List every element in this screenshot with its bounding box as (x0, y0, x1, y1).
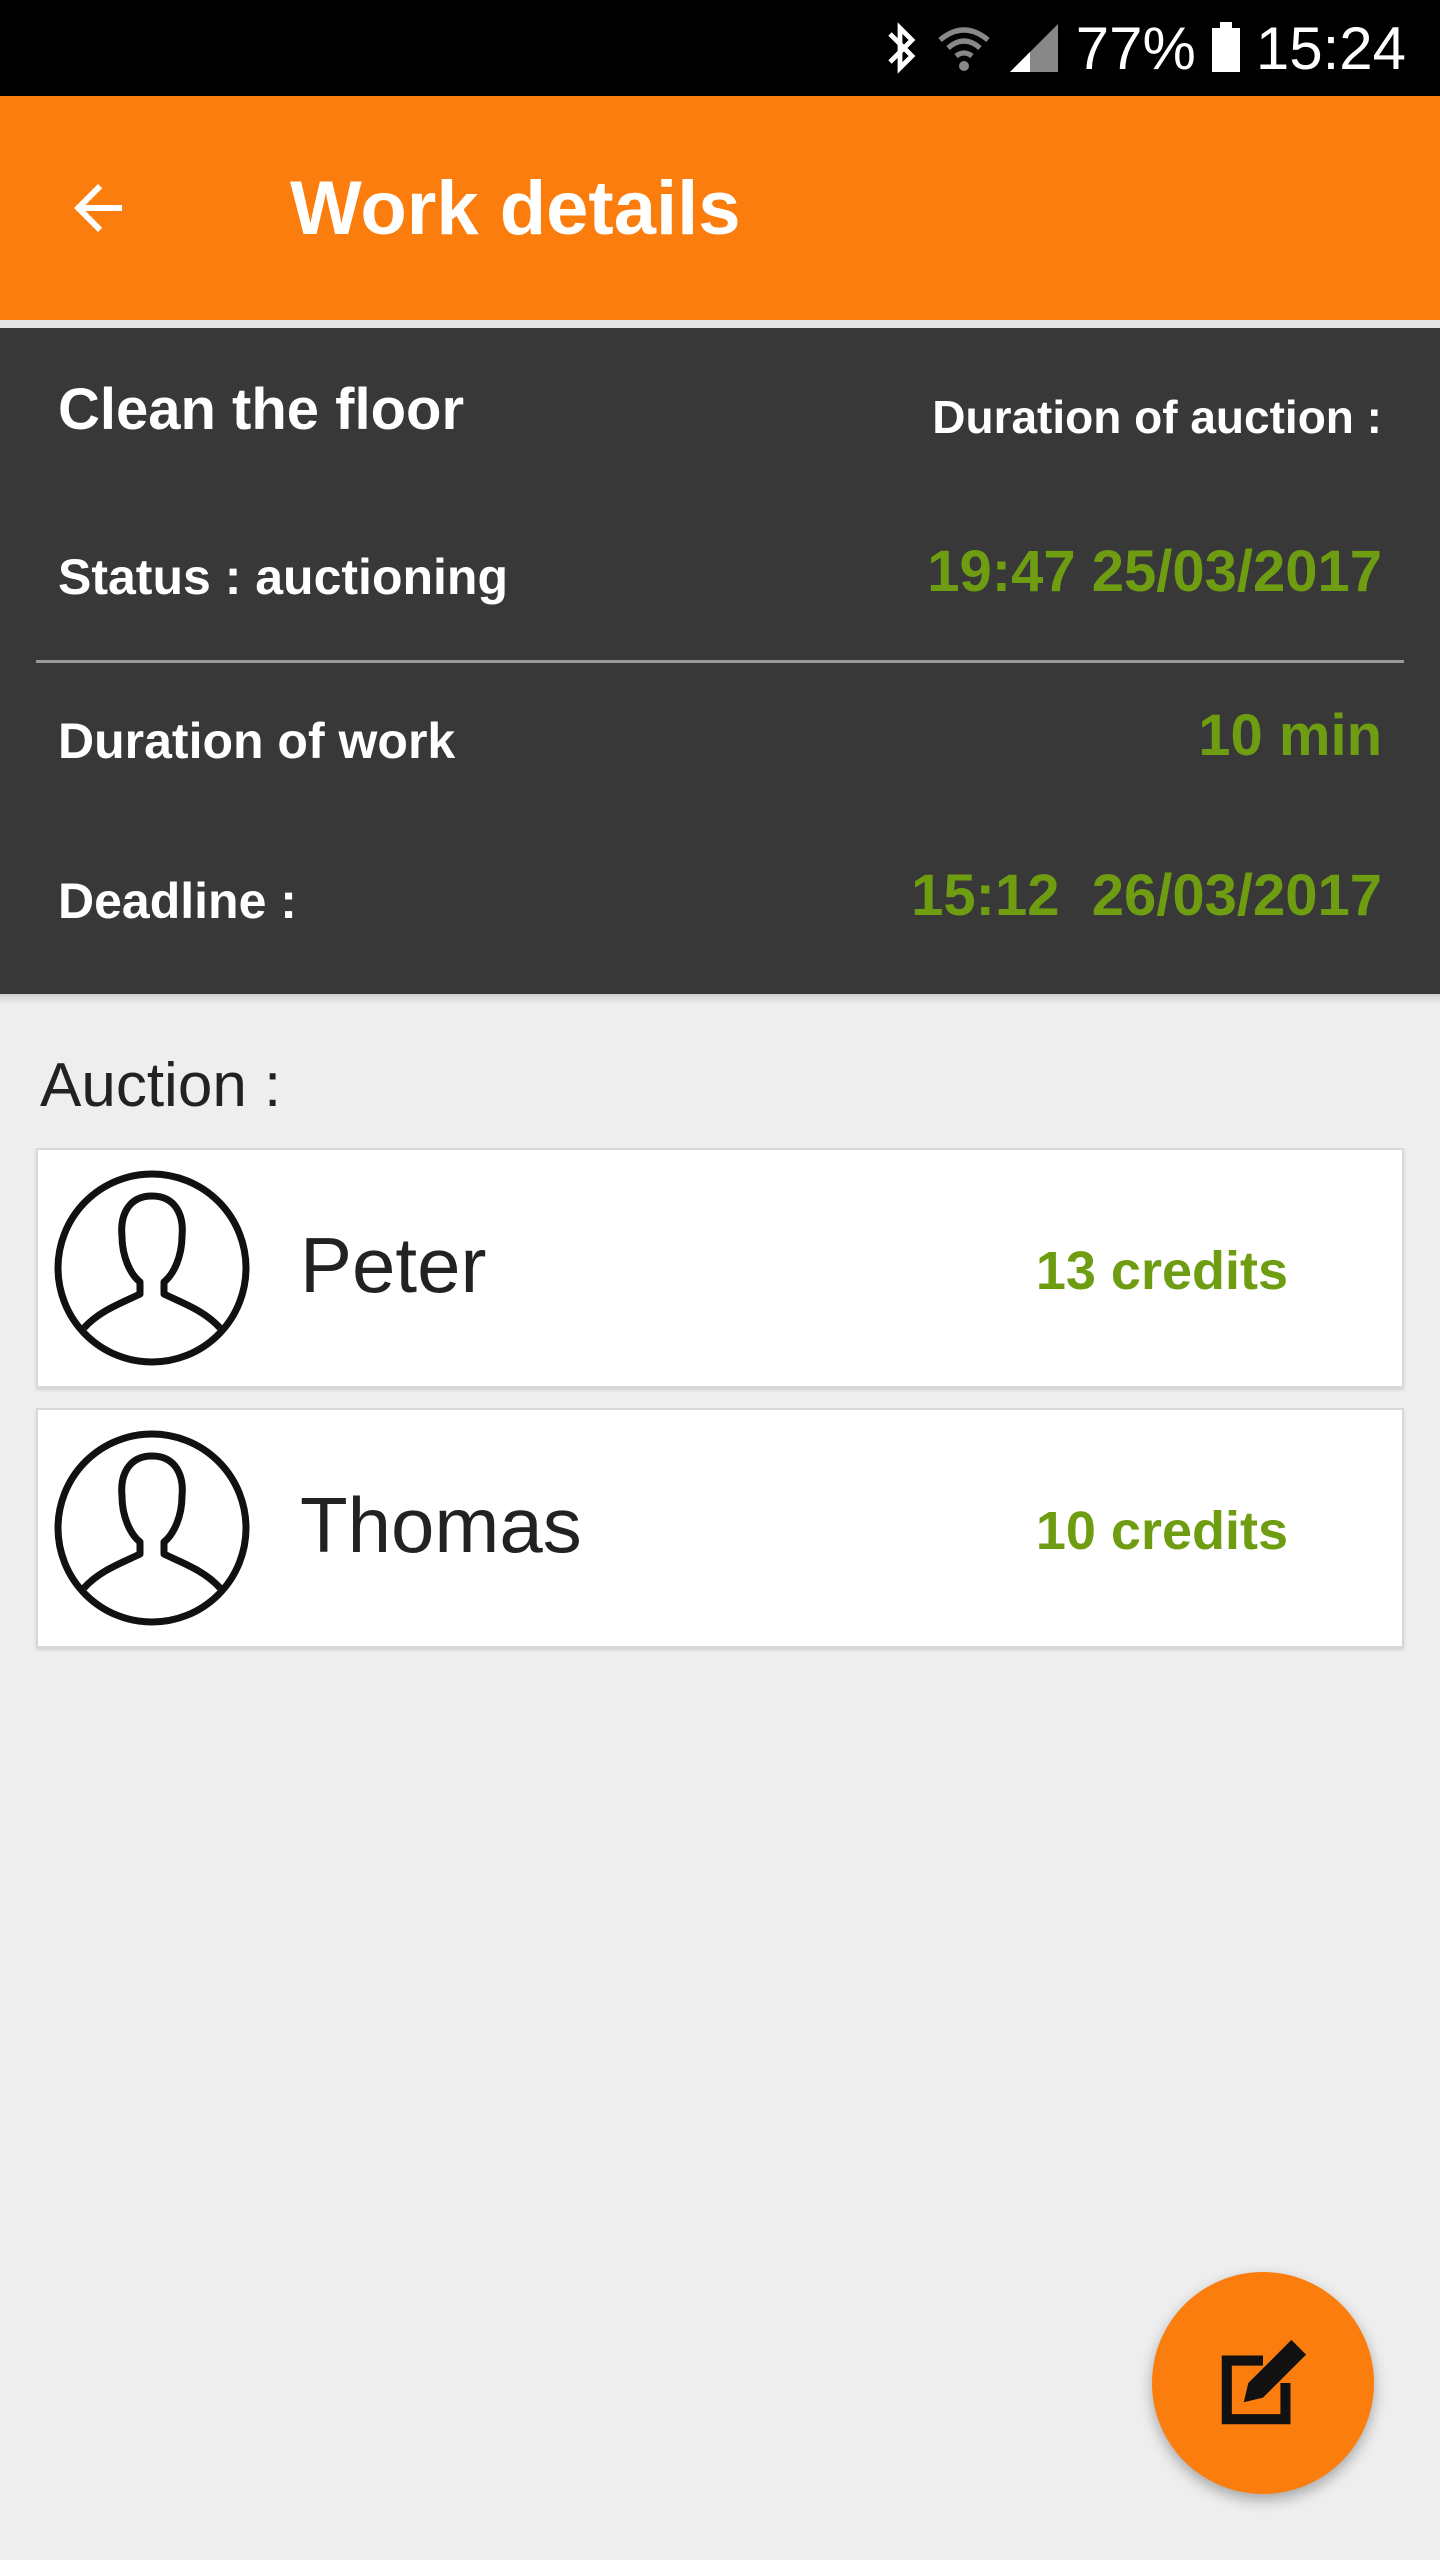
auction-section-title: Auction : (40, 1051, 282, 1120)
clock: 15:24 (1255, 14, 1406, 82)
arrow-back-icon (74, 184, 122, 232)
status-bar: 77% 15:24 (0, 0, 1440, 96)
bid-credits: 10 credits (1035, 1501, 1288, 1561)
battery-icon (1210, 20, 1242, 76)
page-title: Work details (290, 166, 741, 251)
bid-credits: 13 credits (1035, 1241, 1288, 1301)
bidder-name: Peter (300, 1221, 487, 1309)
person-avatar-icon (54, 1170, 250, 1366)
work-details-panel: Clean the floor Duration of auction : St… (0, 328, 1440, 994)
deadline-value: 15:12 26/03/2017 (911, 863, 1382, 928)
duration-of-work-value: 10 min (1198, 703, 1382, 768)
app-bar: Work details (0, 96, 1440, 320)
bid-card[interactable]: Thomas 10 credits (36, 1408, 1404, 1648)
header-divider (0, 320, 1440, 328)
details-divider (36, 660, 1404, 663)
edit-fab-button[interactable] (1152, 2272, 1374, 2494)
edit-icon (1221, 2339, 1307, 2425)
bidder-name: Thomas (300, 1481, 582, 1569)
battery-percent: 77% (1075, 14, 1196, 82)
panel-shadow (0, 994, 1440, 1004)
wifi-icon (936, 20, 992, 76)
auction-end-value: 19:47 25/03/2017 (927, 539, 1382, 604)
person-avatar-icon (54, 1430, 250, 1626)
duration-of-auction-label: Duration of auction : (932, 391, 1382, 443)
back-button[interactable] (48, 158, 148, 258)
bluetooth-icon (882, 20, 922, 76)
bid-card[interactable]: Peter 13 credits (36, 1148, 1404, 1388)
signal-icon (1006, 20, 1062, 76)
